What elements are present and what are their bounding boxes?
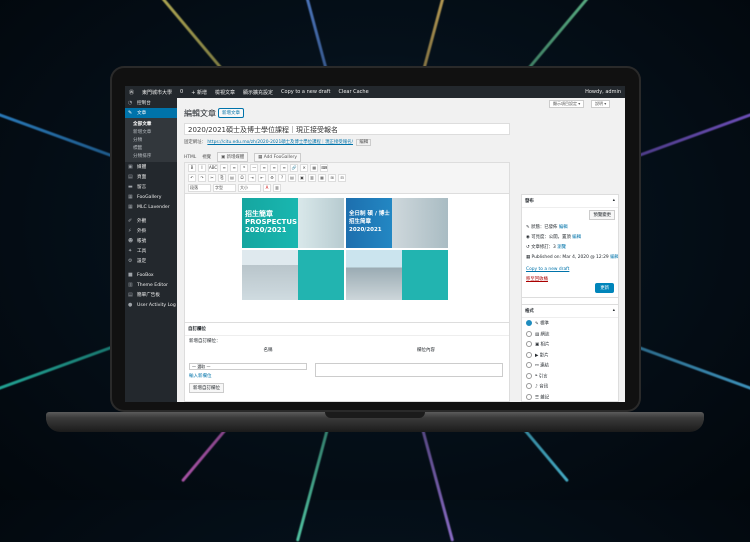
meta-key-select[interactable]: — 選取 —	[189, 363, 307, 370]
format-option[interactable]: ▶ 影片	[522, 350, 618, 361]
laptop-notch	[325, 412, 425, 418]
revisions-row: ↺ 文章修訂：3 瀏覽	[522, 242, 618, 252]
revisions-browse-link[interactable]: 瀏覽	[557, 245, 566, 250]
radio-selected-icon	[526, 320, 532, 326]
format-option-label: 音訊	[539, 384, 548, 390]
revisions-text: 文章修訂：3	[531, 245, 556, 250]
visibility-edit-link[interactable]: 編輯	[572, 235, 581, 240]
format-box: 格式 ▴ ✎ 標準 ▤ 網誌 ▣ 相片 ▶ 影片 ⚯ 連結 ❝ 引言 ♪ 音訊 ☰…	[521, 304, 619, 402]
format-option-label: 影片	[539, 353, 549, 358]
publish-box: 發布 ▴ 預覽變更 ✎ 狀態：已發佈 編輯 ◉ 可見度：公開，置頂 編輯 ↺ 文章…	[521, 194, 619, 298]
custom-fields-panel: 自訂欄位 新增自訂欄位： 名稱 欄位內容 — 選取 — 輸入新欄位 新增自訂欄位	[184, 322, 510, 402]
format-option-label: 雜記	[540, 395, 550, 400]
copy-draft-link[interactable]: Copy to a new draft	[526, 267, 569, 272]
format-option[interactable]: ☰ 雜記	[522, 392, 618, 403]
laptop-base	[46, 418, 704, 432]
format-option[interactable]: ✎ 標準	[522, 318, 618, 329]
publish-box-header[interactable]: 發布 ▴	[522, 195, 618, 208]
radio-icon	[526, 362, 532, 368]
status-edit-link[interactable]: 編輯	[559, 225, 568, 230]
custom-fields-header[interactable]: 自訂欄位	[185, 323, 509, 336]
radio-icon	[526, 393, 532, 400]
status-text: 狀態：已發佈	[531, 225, 558, 230]
copy-draft-row: Copy to a new draft	[522, 265, 618, 274]
screen-overlay: 發布 ▴ 預覽變更 ✎ 狀態：已發佈 編輯 ◉ 可見度：公開，置頂 編輯 ↺ 文章…	[125, 86, 625, 402]
radio-icon	[526, 372, 532, 379]
format-option[interactable]: ▤ 網誌	[522, 329, 618, 340]
visibility-row: ◉ 可見度：公開，置頂 編輯	[522, 232, 618, 242]
visibility-text: 可見度：公開，置頂	[531, 235, 571, 240]
add-new-field-label: 新增自訂欄位：	[189, 339, 221, 344]
status-row: ✎ 狀態：已發佈 編輯	[522, 222, 618, 232]
custom-fields-columns: 名稱 欄位內容	[185, 346, 509, 354]
meta-value-textarea[interactable]	[315, 363, 503, 377]
format-option[interactable]: ♪ 音訊	[522, 381, 618, 392]
move-to-trash-link[interactable]: 移至回收桶	[526, 277, 548, 282]
name-column-header: 名稱	[263, 348, 273, 353]
format-option-label: 網誌	[540, 332, 550, 337]
format-option-label: 標準	[540, 321, 549, 327]
published-text: Published on: Mar 4, 2020 @ 12:29	[531, 255, 609, 260]
enter-new-field-link[interactable]: 輸入新欄位	[189, 373, 212, 379]
radio-icon	[526, 341, 532, 347]
format-option-label: 引言	[538, 374, 548, 379]
chevron-up-icon: ▴	[612, 198, 615, 203]
add-custom-field-button[interactable]: 新增自訂欄位	[189, 383, 224, 393]
published-row: ▦ Published on: Mar 4, 2020 @ 12:29 編輯	[522, 252, 618, 262]
radio-icon	[526, 330, 532, 337]
value-column-header: 欄位內容	[417, 348, 435, 353]
format-box-title: 格式	[525, 309, 534, 314]
format-option[interactable]: ❝ 引言	[522, 371, 618, 382]
format-option[interactable]: ⚯ 連結	[522, 360, 618, 371]
preview-changes-button[interactable]: 預覽變更	[589, 210, 615, 220]
format-option[interactable]: ▣ 相片	[522, 339, 618, 350]
format-box-header[interactable]: 格式 ▴	[522, 305, 618, 318]
update-button[interactable]: 更新	[595, 283, 614, 293]
published-edit-link[interactable]: 編輯	[610, 255, 618, 260]
format-option-label: 相片	[540, 342, 550, 348]
publish-box-title: 發布	[525, 199, 534, 204]
radio-icon	[526, 351, 532, 358]
chevron-up-icon: ▴	[612, 308, 615, 313]
radio-icon	[526, 383, 532, 389]
format-option-label: 連結	[540, 363, 549, 369]
